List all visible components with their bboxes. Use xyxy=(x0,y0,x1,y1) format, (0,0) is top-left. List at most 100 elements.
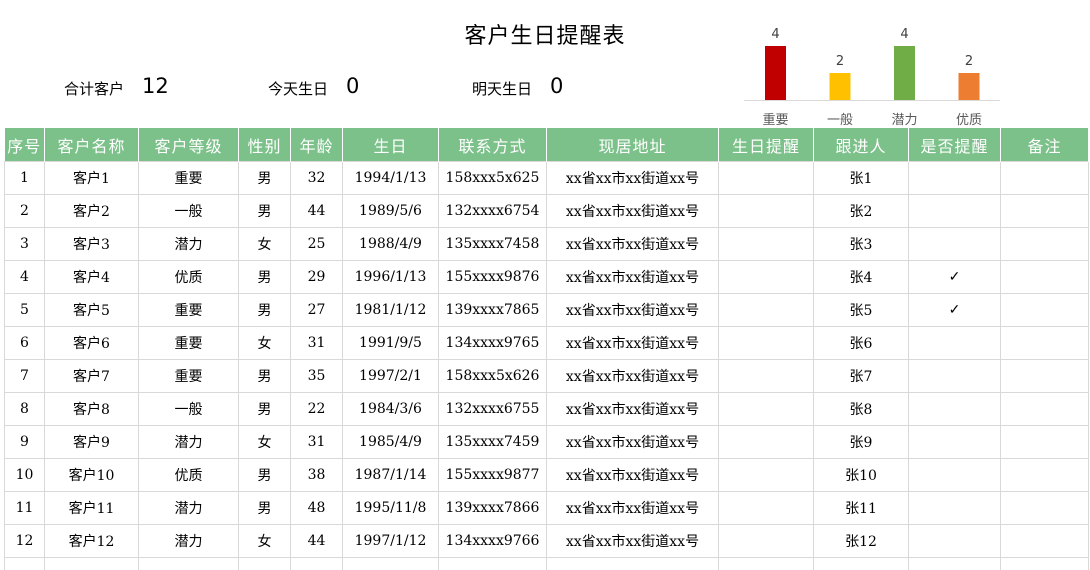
cell-col-gender[interactable]: 女 xyxy=(239,525,291,558)
cell-col-seq[interactable]: 6 xyxy=(5,327,45,360)
chart-bar-3[interactable] xyxy=(894,46,915,100)
cell-empty[interactable] xyxy=(343,558,439,570)
cell-col-birthday-reminder[interactable] xyxy=(719,162,814,195)
cell-col-follow-up[interactable]: 张1 xyxy=(814,162,909,195)
cell-col-follow-up[interactable]: 张2 xyxy=(814,195,909,228)
cell-col-birthday-reminder[interactable] xyxy=(719,327,814,360)
cell-col-birthday[interactable]: 1997/2/1 xyxy=(343,360,439,393)
cell-col-address[interactable]: xx省xx市xx街道xx号 xyxy=(547,162,719,195)
cell-col-age[interactable]: 27 xyxy=(291,294,343,327)
cell-col-gender[interactable]: 男 xyxy=(239,261,291,294)
cell-col-gender[interactable]: 男 xyxy=(239,360,291,393)
cell-col-birthday[interactable]: 1989/5/6 xyxy=(343,195,439,228)
cell-col-customer-name[interactable]: 客户8 xyxy=(45,393,139,426)
cell-col-birthday-reminder[interactable] xyxy=(719,459,814,492)
cell-col-customer-name[interactable]: 客户7 xyxy=(45,360,139,393)
cell-col-contact[interactable]: 139xxxx7865 xyxy=(439,294,547,327)
cell-col-address[interactable]: xx省xx市xx街道xx号 xyxy=(547,525,719,558)
cell-col-follow-up[interactable]: 张11 xyxy=(814,492,909,525)
cell-col-gender[interactable]: 女 xyxy=(239,228,291,261)
cell-col-seq[interactable]: 11 xyxy=(5,492,45,525)
cell-empty[interactable] xyxy=(1001,558,1089,570)
cell-col-birthday[interactable]: 1995/11/8 xyxy=(343,492,439,525)
cell-col-remind-flag[interactable] xyxy=(909,360,1001,393)
cell-col-birthday-reminder[interactable] xyxy=(719,360,814,393)
cell-col-remind-flag[interactable] xyxy=(909,228,1001,261)
cell-col-contact[interactable]: 158xxx5x625 xyxy=(439,162,547,195)
cell-col-address[interactable]: xx省xx市xx街道xx号 xyxy=(547,459,719,492)
cell-col-contact[interactable]: 134xxxx9765 xyxy=(439,327,547,360)
cell-col-seq[interactable]: 8 xyxy=(5,393,45,426)
cell-col-remind-flag[interactable] xyxy=(909,459,1001,492)
customer-level-chart[interactable]: 4重要2一般4潜力2优质 xyxy=(742,14,1004,126)
cell-col-address[interactable]: xx省xx市xx街道xx号 xyxy=(547,195,719,228)
cell-col-address[interactable]: xx省xx市xx街道xx号 xyxy=(547,426,719,459)
cell-col-seq[interactable]: 3 xyxy=(5,228,45,261)
cell-col-customer-name[interactable]: 客户3 xyxy=(45,228,139,261)
cell-col-customer-level[interactable]: 潜力 xyxy=(139,492,239,525)
cell-col-age[interactable]: 25 xyxy=(291,228,343,261)
cell-col-remind-flag[interactable] xyxy=(909,393,1001,426)
cell-col-remind-flag[interactable] xyxy=(909,525,1001,558)
cell-col-follow-up[interactable]: 张6 xyxy=(814,327,909,360)
cell-col-gender[interactable]: 男 xyxy=(239,492,291,525)
cell-col-contact[interactable]: 134xxxx9766 xyxy=(439,525,547,558)
cell-col-address[interactable]: xx省xx市xx街道xx号 xyxy=(547,261,719,294)
cell-col-customer-name[interactable]: 客户6 xyxy=(45,327,139,360)
cell-col-seq[interactable]: 9 xyxy=(5,426,45,459)
header-col-gender[interactable]: 性别 xyxy=(239,128,291,162)
cell-col-age[interactable]: 44 xyxy=(291,525,343,558)
cell-col-contact[interactable]: 155xxxx9877 xyxy=(439,459,547,492)
cell-col-gender[interactable]: 男 xyxy=(239,195,291,228)
cell-col-remarks[interactable] xyxy=(1001,228,1089,261)
cell-col-follow-up[interactable]: 张10 xyxy=(814,459,909,492)
header-col-seq[interactable]: 序号 xyxy=(5,128,45,162)
header-col-remind-flag[interactable]: 是否提醒 xyxy=(909,128,1001,162)
cell-col-remarks[interactable] xyxy=(1001,294,1089,327)
cell-col-customer-name[interactable]: 客户11 xyxy=(45,492,139,525)
cell-col-address[interactable]: xx省xx市xx街道xx号 xyxy=(547,393,719,426)
cell-col-seq[interactable]: 12 xyxy=(5,525,45,558)
cell-col-contact[interactable]: 135xxxx7458 xyxy=(439,228,547,261)
cell-col-birthday[interactable]: 1996/1/13 xyxy=(343,261,439,294)
cell-col-age[interactable]: 38 xyxy=(291,459,343,492)
cell-col-customer-name[interactable]: 客户1 xyxy=(45,162,139,195)
cell-col-remind-flag[interactable]: ✓ xyxy=(909,294,1001,327)
cell-col-gender[interactable]: 男 xyxy=(239,459,291,492)
cell-col-customer-level[interactable]: 潜力 xyxy=(139,228,239,261)
cell-col-customer-level[interactable]: 一般 xyxy=(139,195,239,228)
cell-col-gender[interactable]: 男 xyxy=(239,294,291,327)
cell-col-birthday[interactable]: 1981/1/12 xyxy=(343,294,439,327)
cell-col-seq[interactable]: 4 xyxy=(5,261,45,294)
header-col-remarks[interactable]: 备注 xyxy=(1001,128,1089,162)
cell-empty[interactable] xyxy=(291,558,343,570)
cell-empty[interactable] xyxy=(719,558,814,570)
cell-col-contact[interactable]: 132xxxx6754 xyxy=(439,195,547,228)
cell-col-follow-up[interactable]: 张3 xyxy=(814,228,909,261)
cell-col-contact[interactable]: 139xxxx7866 xyxy=(439,492,547,525)
cell-col-customer-name[interactable]: 客户2 xyxy=(45,195,139,228)
chart-bar-2[interactable] xyxy=(830,73,851,100)
cell-col-address[interactable]: xx省xx市xx街道xx号 xyxy=(547,360,719,393)
cell-col-customer-name[interactable]: 客户10 xyxy=(45,459,139,492)
cell-col-contact[interactable]: 158xxx5x626 xyxy=(439,360,547,393)
header-col-customer-name[interactable]: 客户名称 xyxy=(45,128,139,162)
cell-col-customer-level[interactable]: 重要 xyxy=(139,294,239,327)
cell-col-customer-name[interactable]: 客户4 xyxy=(45,261,139,294)
cell-col-birthday-reminder[interactable] xyxy=(719,294,814,327)
cell-col-customer-level[interactable]: 潜力 xyxy=(139,525,239,558)
cell-col-birthday[interactable]: 1985/4/9 xyxy=(343,426,439,459)
cell-col-birthday-reminder[interactable] xyxy=(719,492,814,525)
cell-col-follow-up[interactable]: 张8 xyxy=(814,393,909,426)
header-col-age[interactable]: 年龄 xyxy=(291,128,343,162)
cell-col-birthday-reminder[interactable] xyxy=(719,195,814,228)
cell-col-address[interactable]: xx省xx市xx街道xx号 xyxy=(547,228,719,261)
cell-col-customer-level[interactable]: 重要 xyxy=(139,327,239,360)
cell-col-remarks[interactable] xyxy=(1001,195,1089,228)
cell-col-remarks[interactable] xyxy=(1001,525,1089,558)
cell-col-gender[interactable]: 女 xyxy=(239,426,291,459)
header-col-contact[interactable]: 联系方式 xyxy=(439,128,547,162)
cell-col-remind-flag[interactable] xyxy=(909,492,1001,525)
cell-col-remind-flag[interactable]: ✓ xyxy=(909,261,1001,294)
cell-col-birthday[interactable]: 1997/1/12 xyxy=(343,525,439,558)
